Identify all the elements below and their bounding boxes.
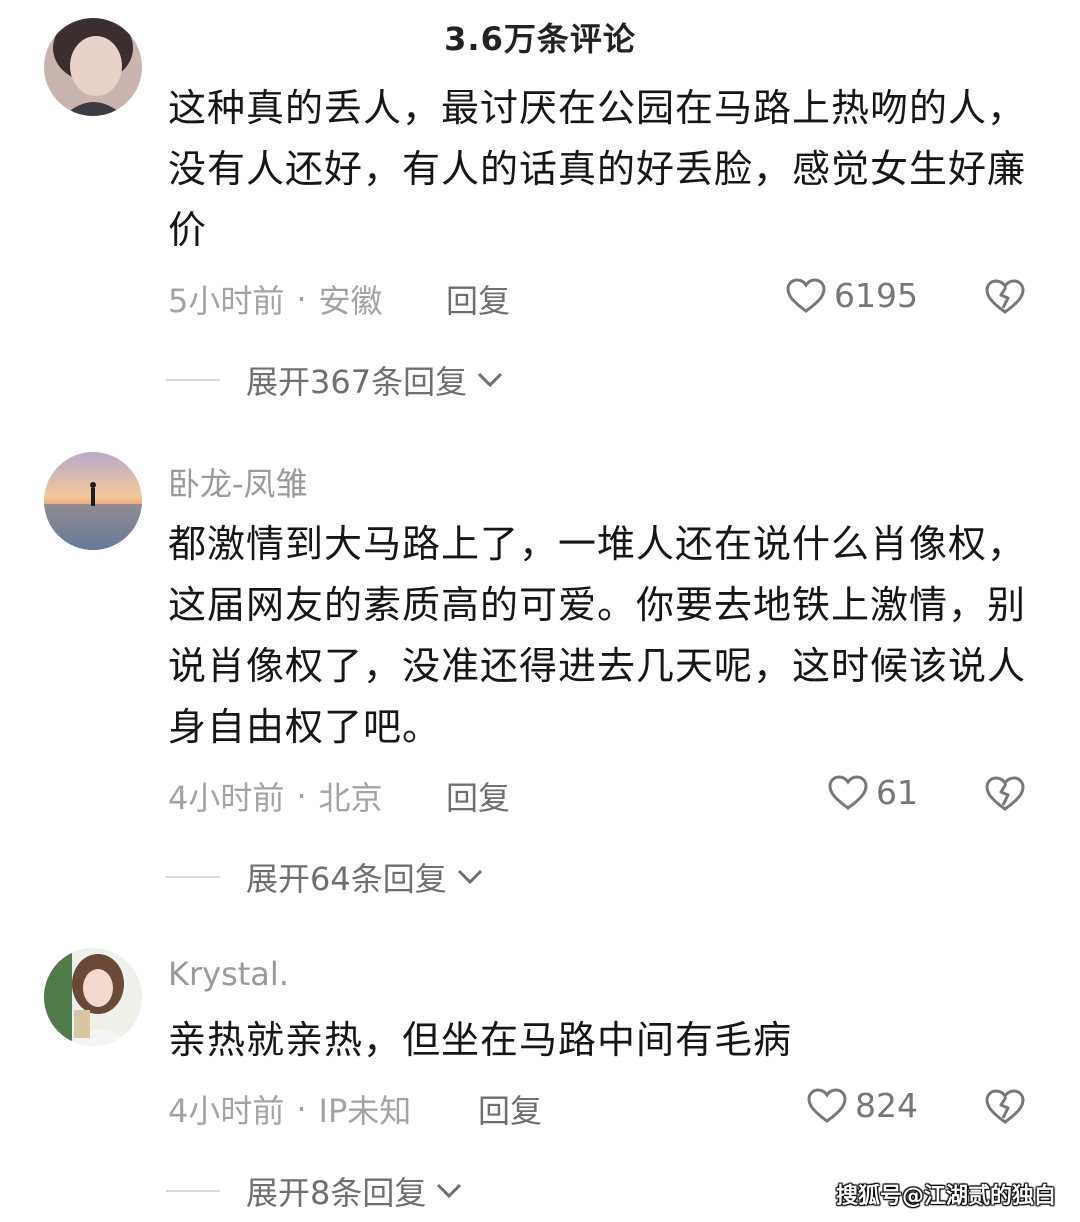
comment-meta: 5小时前 · 安徽 xyxy=(168,276,383,322)
username[interactable]: 卧龙-凤雏 xyxy=(168,459,308,505)
comment-time: 4小时前 xyxy=(168,779,285,817)
comment-text: 这种真的丢人，最讨厌在公园在马路上热吻的人，没有人还好，有人的话真的好丢脸，感觉… xyxy=(168,86,1027,252)
dislike-button[interactable] xyxy=(984,278,1026,318)
meta-separator: · xyxy=(296,777,307,815)
heart-outline-icon xyxy=(807,1087,847,1123)
avatar[interactable] xyxy=(44,18,142,116)
broken-heart-icon xyxy=(985,279,1025,314)
broken-heart-icon xyxy=(985,1089,1025,1124)
username[interactable]: Krystal. xyxy=(168,955,289,993)
heart-outline-icon xyxy=(828,774,868,810)
avatar[interactable] xyxy=(44,452,142,550)
expand-replies-label: 展开64条回复 xyxy=(246,860,447,898)
chevron-down-icon xyxy=(437,1183,462,1199)
comment-text: 都激情到大马路上了，一堆人还在说什么肖像权，这届网友的素质高的可爱。你要去地铁上… xyxy=(168,522,1027,749)
meta-separator: · xyxy=(296,280,307,318)
chevron-down-icon xyxy=(478,372,503,388)
reply-button[interactable]: 回复 xyxy=(446,773,510,819)
chevron-down-icon xyxy=(457,869,482,885)
heart-outline-icon xyxy=(786,277,826,313)
comment-meta: 4小时前 · IP未知 xyxy=(168,1086,411,1132)
avatar[interactable] xyxy=(44,948,142,1046)
reply-button[interactable]: 回复 xyxy=(478,1086,542,1132)
expand-replies-label: 展开8条回复 xyxy=(246,1174,427,1212)
expand-replies-button[interactable]: 展开64条回复 xyxy=(166,854,485,900)
comments-count-title: 3.6万条评论 xyxy=(444,20,636,58)
like-count: 6195 xyxy=(834,276,918,315)
broken-heart-icon xyxy=(985,776,1025,811)
meta-separator: · xyxy=(296,1090,307,1128)
dislike-button[interactable] xyxy=(984,775,1026,815)
comment-text: 亲热就亲热，但坐在马路中间有毛病 xyxy=(168,1018,793,1062)
comment-time: 4小时前 xyxy=(168,1092,285,1130)
like-count: 61 xyxy=(876,773,918,812)
like-button[interactable]: 6195 xyxy=(786,276,918,315)
comment-meta: 4小时前 · 北京 xyxy=(168,773,383,819)
comment-time: 5小时前 xyxy=(168,282,285,320)
dislike-button[interactable] xyxy=(984,1088,1026,1128)
expand-replies-button[interactable]: 展开367条回复 xyxy=(166,357,505,403)
reply-button[interactable]: 回复 xyxy=(446,276,510,322)
divider-line xyxy=(166,876,220,878)
watermark: 搜狐号@江湖贰的独白 xyxy=(835,1184,1056,1209)
expand-replies-button[interactable]: 展开8条回复 xyxy=(166,1168,464,1214)
comment-location: 安徽 xyxy=(318,282,383,320)
divider-line xyxy=(166,1190,220,1192)
like-button[interactable]: 61 xyxy=(828,773,918,812)
expand-replies-label: 展开367条回复 xyxy=(246,363,468,401)
like-count: 824 xyxy=(855,1086,918,1125)
like-button[interactable]: 824 xyxy=(807,1086,918,1125)
divider-line xyxy=(166,379,220,381)
comment-location: IP未知 xyxy=(318,1092,412,1130)
comment-location: 北京 xyxy=(318,779,383,817)
